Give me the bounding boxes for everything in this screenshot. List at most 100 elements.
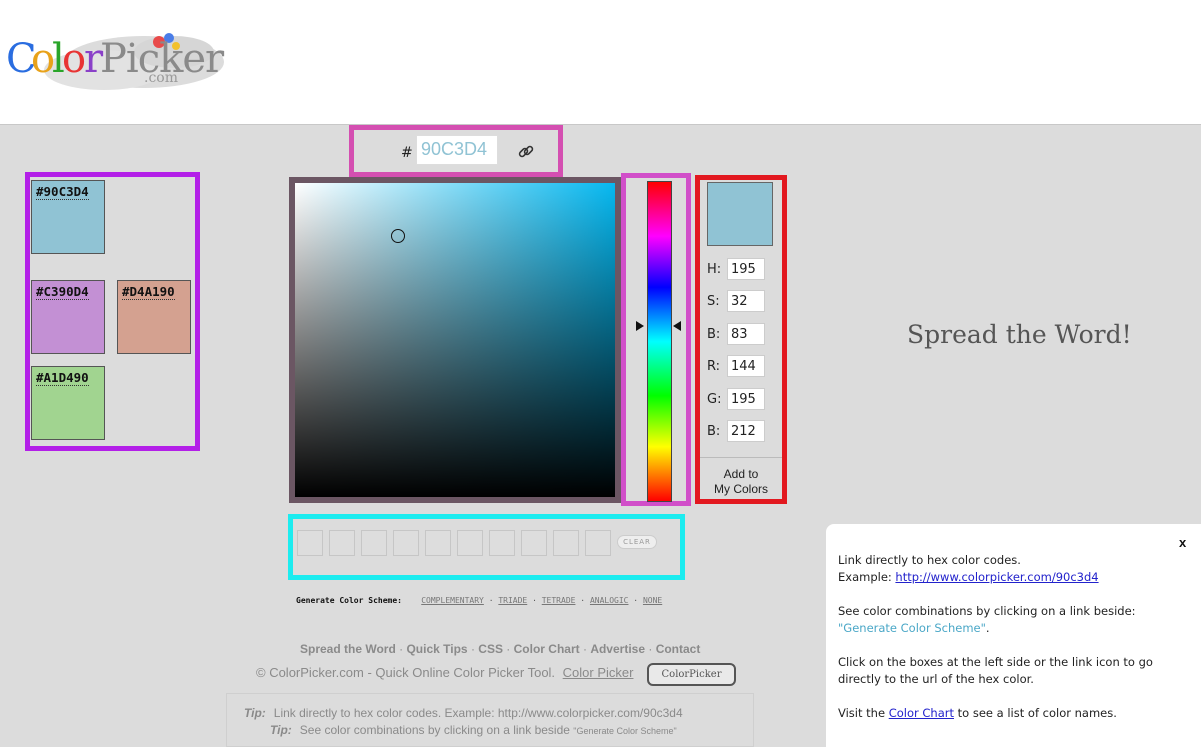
footer-link-css[interactable]: CSS (478, 642, 503, 656)
close-icon[interactable]: x (1179, 535, 1186, 550)
scheme-none-link[interactable]: NONE (643, 596, 662, 605)
swatch-hex-label[interactable]: #D4A190 (122, 284, 175, 300)
green-input[interactable]: 195 (727, 388, 765, 410)
clear-button[interactable]: CLEAR (617, 535, 657, 549)
color-picker-link[interactable]: Color Picker (563, 665, 634, 680)
brightness-input[interactable]: 83 (727, 323, 765, 345)
tip-small-text: "Generate Color Scheme" (573, 726, 677, 736)
footer-link-spread-the-word[interactable]: Spread the Word (300, 642, 396, 656)
tip-text: See color combinations by clicking on a … (299, 723, 570, 737)
recent-color-slot[interactable] (521, 530, 547, 556)
popup-text: Example: (838, 570, 896, 584)
footer-link-advertise[interactable]: Advertise (590, 642, 645, 656)
separator-dot: · (488, 596, 494, 605)
separator-dot: · (502, 642, 514, 656)
recent-color-slot[interactable] (457, 530, 483, 556)
hash-label: # (401, 145, 413, 161)
hue-arrow-right-icon[interactable] (673, 321, 681, 331)
value-row-blue: B: 212 (707, 420, 765, 442)
scheme-tetrade-link[interactable]: TETRADE (542, 596, 576, 605)
popup-scheme-quote: "Generate Color Scheme" (838, 621, 986, 635)
tip-text: Link directly to hex color codes. Exampl… (273, 706, 683, 720)
separator-dot: · (467, 642, 479, 656)
separator-dot: · (633, 596, 639, 605)
recent-color-slot[interactable] (553, 530, 579, 556)
swatch-hex-label[interactable]: #90C3D4 (36, 184, 89, 200)
hex-input[interactable]: 90C3D4 (416, 135, 498, 165)
logo-letter-o1: o (31, 36, 55, 82)
color-cursor-handle[interactable] (391, 229, 405, 243)
value-row-brightness: B: 83 (707, 323, 765, 345)
popup-text: See color combinations by clicking on a … (838, 604, 1136, 618)
palette-swatch[interactable]: #D4A190 (117, 280, 191, 354)
hue-slider-frame (621, 173, 691, 506)
color-preview-swatch (707, 182, 773, 246)
spread-the-word-heading: Spread the Word! (907, 320, 1132, 349)
saturation-input[interactable]: 32 (727, 290, 765, 312)
value-row-red: R: 144 (707, 355, 765, 377)
popup-text: Example: http://www.colorpicker.com/90c3… (838, 569, 1099, 586)
my-colors-palette: #90C3D4 #C390D4 #D4A190 #A1D490 (25, 172, 200, 451)
popup-text: Click on the boxes at the left side or t… (838, 655, 1153, 669)
add-to-my-colors-button[interactable]: Add to My Colors (700, 457, 782, 504)
recent-color-slot[interactable] (393, 530, 419, 556)
popup-color-chart-link[interactable]: Color Chart (889, 706, 954, 720)
swatch-hex-label[interactable]: #A1D490 (36, 370, 89, 386)
color-values-panel: H: 195 S: 32 B: 83 R: 144 G: 195 B: 212 Add to… (695, 175, 787, 504)
tip-line: Tip: See color combinations by clicking o… (270, 723, 677, 737)
generate-scheme-bar: Generate Color Scheme: COMPLEMENTARY · T… (296, 596, 662, 605)
red-input[interactable]: 144 (727, 355, 765, 377)
separator-dot: · (645, 642, 656, 656)
tips-box: Tip: Link directly to hex color codes. Ex… (226, 693, 754, 747)
recent-color-slot[interactable] (329, 530, 355, 556)
footer-link-quick-tips[interactable]: Quick Tips (406, 642, 467, 656)
hue-arrow-left-icon[interactable] (636, 321, 644, 331)
recent-color-slot[interactable] (425, 530, 451, 556)
copyright-line: © ColorPicker.com - Quick Online Color P… (256, 665, 633, 680)
tip-label: Tip: (270, 723, 292, 737)
popup-text: directly to the url of the hex color. (838, 672, 1034, 686)
footer-link-color-chart[interactable]: Color Chart (514, 642, 580, 656)
popup-paragraph-3: Click on the boxes at the left side or t… (838, 654, 1153, 688)
logo-domain: .com (144, 70, 178, 86)
footer-link-contact[interactable]: Contact (656, 642, 701, 656)
add-button-line2: My Colors (713, 482, 768, 496)
blue-input[interactable]: 212 (727, 420, 765, 442)
tip-label: Tip: (244, 706, 266, 720)
logo-letter-o2: o (62, 36, 86, 82)
popup-example-link[interactable]: http://www.colorpicker.com/90c3d4 (895, 570, 1098, 584)
popup-paragraph-2: See color combinations by clicking on a … (838, 603, 1136, 637)
palette-swatch[interactable]: #90C3D4 (31, 180, 105, 254)
hue-slider[interactable] (647, 181, 672, 502)
recent-color-slot[interactable] (585, 530, 611, 556)
value-row-green: G: 195 (707, 388, 765, 410)
footer-links: Spread the Word · Quick Tips · CSS · Col… (300, 642, 700, 656)
red-label: R: (707, 358, 721, 374)
value-row-hue: H: 195 (707, 258, 765, 280)
recent-color-slot[interactable] (361, 530, 387, 556)
saturation-brightness-field[interactable] (295, 183, 615, 497)
link-chain-icon[interactable] (516, 142, 536, 162)
swatch-hex-label[interactable]: #C390D4 (36, 284, 89, 300)
recent-color-slot[interactable] (489, 530, 515, 556)
colorpicker-badge[interactable]: ColorPicker (647, 663, 736, 686)
hue-label: H: (707, 261, 722, 277)
hue-input[interactable]: 195 (727, 258, 765, 280)
recent-color-slot[interactable] (297, 530, 323, 556)
recent-colors-strip: CLEAR (288, 514, 685, 580)
popup-text: Visit the (838, 706, 889, 720)
popup-text: to see a list of color names. (954, 706, 1117, 720)
palette-swatch[interactable]: #A1D490 (31, 366, 105, 440)
green-label: G: (707, 391, 722, 407)
colorpicker-logo[interactable]: C o l o r Picker .com (4, 22, 226, 96)
palette-swatch[interactable]: #C390D4 (31, 280, 105, 354)
scheme-label: Generate Color Scheme: (296, 596, 402, 605)
tip-line: Tip: Link directly to hex color codes. Ex… (244, 706, 683, 720)
separator-dot: · (532, 596, 537, 605)
header: C o l o r Picker .com (0, 0, 1201, 125)
scheme-complementary-link[interactable]: COMPLEMENTARY (421, 596, 484, 605)
scheme-triade-link[interactable]: TRIADE (498, 596, 527, 605)
scheme-analogic-link[interactable]: ANALOGIC (590, 596, 629, 605)
blue-label: B: (707, 423, 721, 439)
saturation-label: S: (707, 293, 720, 309)
